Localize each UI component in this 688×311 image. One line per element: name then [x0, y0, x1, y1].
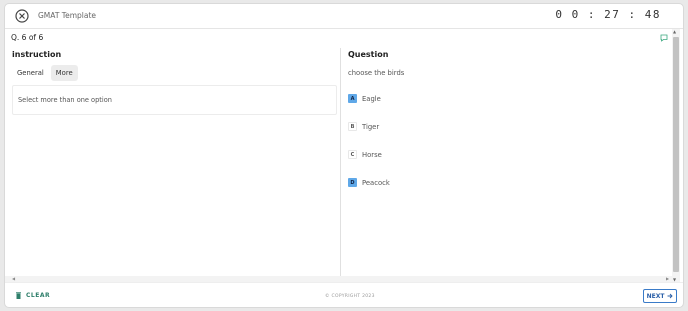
option-d-label: Peacock [362, 178, 390, 187]
app-title: GMAT Template [38, 11, 97, 20]
question-title: Question [348, 50, 389, 59]
option-d[interactable]: D Peacock [348, 178, 390, 187]
top-bar: GMAT Template 0 0 : 27 : 48 [5, 4, 683, 29]
option-c[interactable]: C Horse [348, 150, 382, 159]
trash-icon [16, 292, 21, 299]
option-c-label: Horse [362, 150, 382, 159]
option-a[interactable]: A Eagle [348, 94, 381, 103]
exam-window: GMAT Template 0 0 : 27 : 48 Q. 6 of 6 in… [4, 3, 684, 308]
instruction-tabs: General More [12, 65, 78, 81]
chat-icon[interactable] [660, 34, 668, 42]
instruction-text: Select more than one option [12, 85, 337, 115]
scroll-right-arrow-icon[interactable]: ▶ [666, 276, 669, 281]
clear-label: CLEAR [26, 292, 51, 299]
option-b[interactable]: B Tiger [348, 122, 379, 131]
option-b-letter: B [348, 122, 357, 131]
vertical-scroll-thumb[interactable] [673, 37, 679, 272]
option-c-letter: C [348, 150, 357, 159]
arrow-right-icon [667, 293, 674, 299]
option-b-label: Tiger [362, 122, 380, 131]
option-a-letter: A [348, 94, 357, 103]
question-panel: Question choose the birds A Eagle B Tige… [341, 48, 671, 281]
footer: CLEAR © COPYRIGHT 2023 NEXT [5, 282, 683, 307]
countdown-timer: 0 0 : 27 : 48 [555, 8, 661, 21]
copyright-text: © COPYRIGHT 2023 [325, 294, 375, 299]
option-a-label: Eagle [362, 94, 381, 103]
question-counter: Q. 6 of 6 [11, 33, 44, 42]
scroll-left-arrow-icon[interactable]: ◀ [12, 276, 15, 281]
instruction-title: instruction [12, 50, 62, 59]
vertical-scrollbar[interactable]: ▲ ▼ [672, 29, 680, 282]
question-text: choose the birds [348, 69, 405, 77]
instruction-panel: instruction General More Select more tha… [5, 48, 340, 281]
close-icon[interactable] [15, 9, 29, 23]
tab-more[interactable]: More [50, 65, 78, 81]
option-d-letter: D [348, 178, 357, 187]
clear-button[interactable]: CLEAR [16, 292, 50, 299]
scroll-up-arrow-icon[interactable]: ▲ [673, 29, 676, 34]
next-button[interactable]: NEXT [643, 289, 677, 303]
next-label: NEXT [646, 292, 665, 300]
tab-general[interactable]: General [12, 65, 49, 81]
